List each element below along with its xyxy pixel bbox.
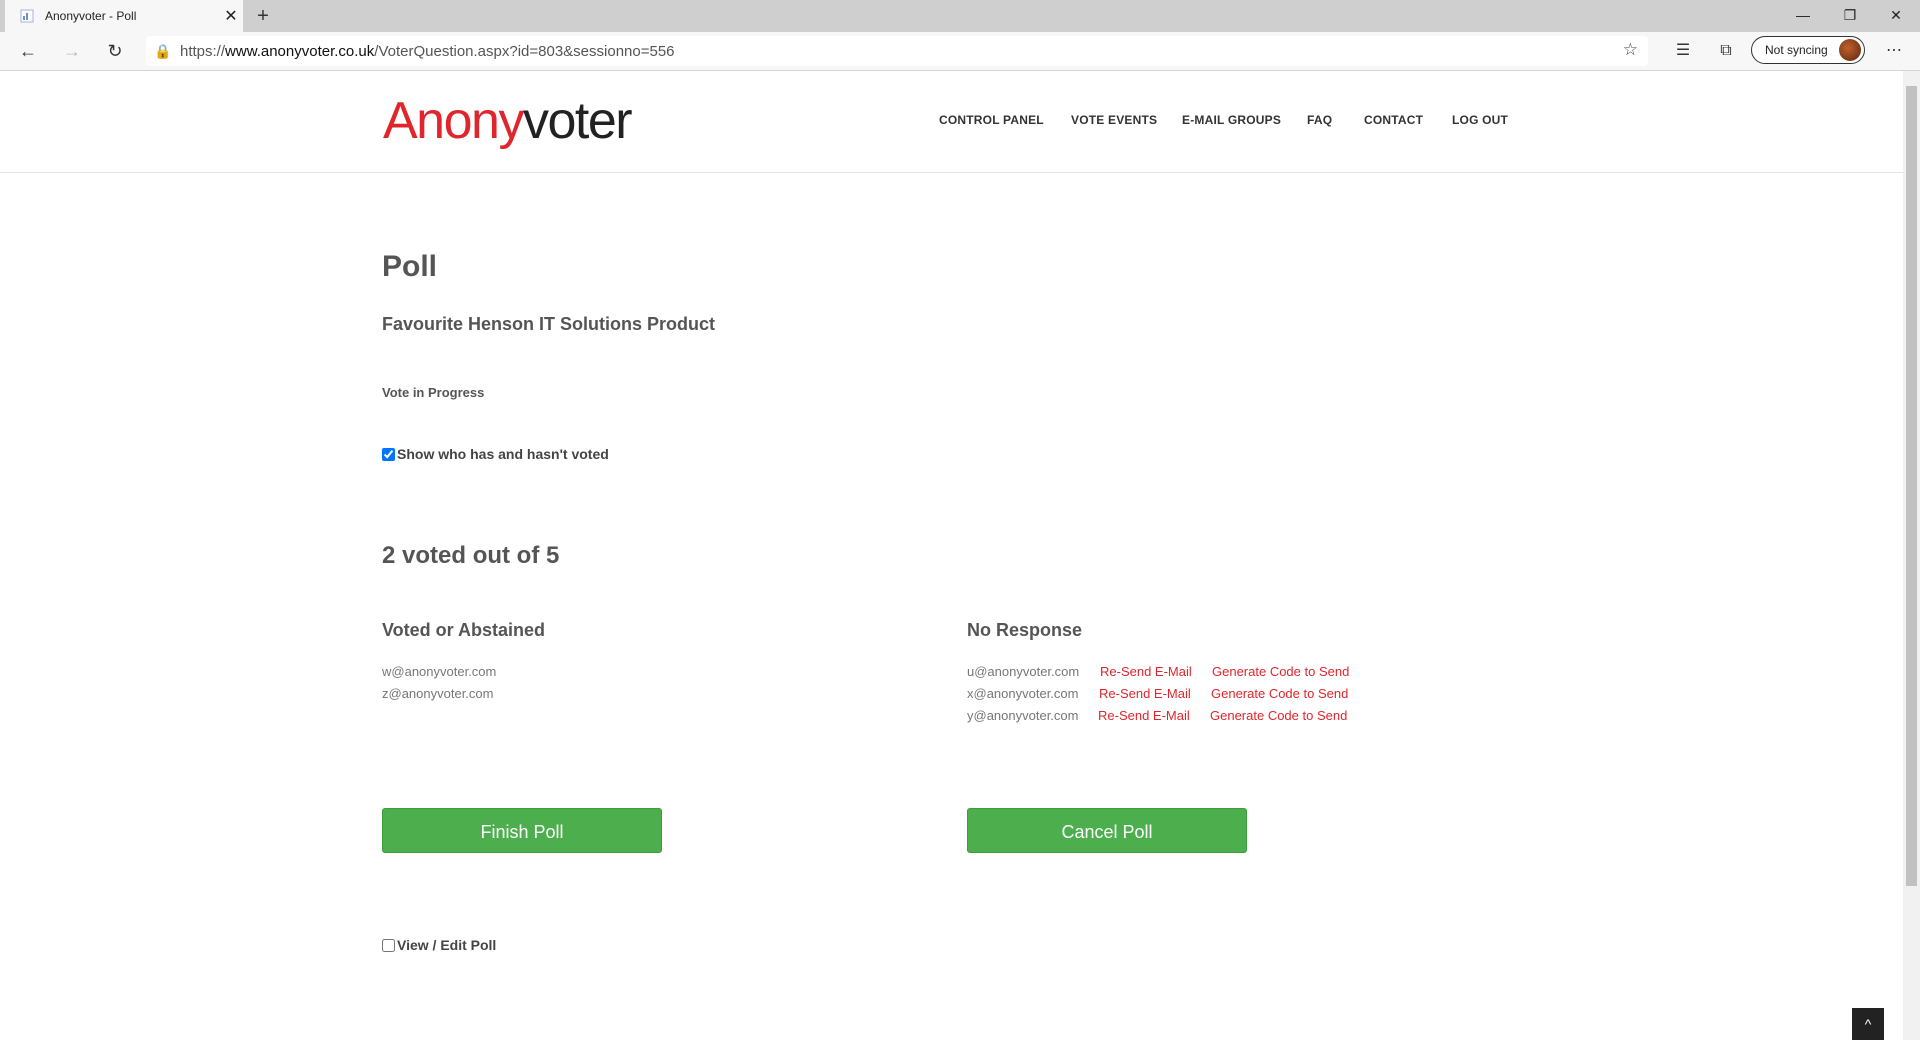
- url-text: https://www.anonyvoter.co.uk/VoterQuesti…: [180, 42, 675, 60]
- nav-log-out[interactable]: LOG OUT: [1452, 113, 1508, 127]
- site-logo[interactable]: Anonyvoter: [383, 91, 633, 151]
- forward-arrow-icon[interactable]: →: [58, 38, 86, 64]
- page-favicon-icon: [20, 9, 34, 23]
- profile-avatar: [1839, 39, 1861, 61]
- new-tab-button[interactable]: +: [252, 5, 274, 27]
- nav-email-groups[interactable]: E-MAIL GROUPS: [1182, 113, 1281, 127]
- show-voters-toggle[interactable]: Show who has and hasn't voted: [382, 446, 609, 462]
- generate-code-link[interactable]: Generate Code to Send: [1211, 686, 1348, 701]
- no-response-email: x@anonyvoter.com: [967, 686, 1079, 701]
- favorites-list-icon[interactable]: ☰: [1671, 40, 1695, 62]
- page-scrollbar[interactable]: [1903, 71, 1920, 1040]
- browser-tab-bar: Anonyvoter - Poll ✕ + — ❐ ✕: [0, 0, 1920, 32]
- poll-name: Favourite Henson IT Solutions Product: [382, 314, 716, 334]
- no-response-email: y@anonyvoter.com: [967, 708, 1079, 723]
- no-response-heading: No Response: [967, 620, 1083, 640]
- close-window-button[interactable]: ✕: [1873, 0, 1919, 32]
- lock-icon: 🔒: [154, 42, 172, 59]
- voted-heading: Voted or Abstained: [382, 620, 546, 640]
- show-voters-checkbox[interactable]: [382, 447, 395, 461]
- address-bar-row: ← → ↻ 🔒 https://www.anonyvoter.co.uk/Vot…: [0, 32, 1920, 71]
- resend-email-link[interactable]: Re-Send E-Mail: [1100, 664, 1192, 679]
- cancel-poll-button[interactable]: Cancel Poll: [967, 808, 1247, 853]
- resend-email-link[interactable]: Re-Send E-Mail: [1098, 708, 1190, 723]
- page-title: Poll: [382, 250, 438, 283]
- nav-vote-events[interactable]: VOTE EVENTS: [1071, 113, 1157, 127]
- edit-poll-checkbox[interactable]: [382, 938, 395, 952]
- profile-sync-button[interactable]: Not syncing: [1751, 36, 1865, 64]
- back-to-top-button[interactable]: ^: [1852, 1008, 1884, 1040]
- close-tab-icon[interactable]: ✕: [219, 6, 243, 26]
- generate-code-link[interactable]: Generate Code to Send: [1210, 708, 1347, 723]
- no-response-email: u@anonyvoter.com: [967, 664, 1080, 679]
- sync-status-label: Not syncing: [1765, 43, 1828, 57]
- minimize-window-button[interactable]: —: [1780, 0, 1826, 32]
- tab-title: Anonyvoter - Poll: [45, 9, 137, 23]
- back-arrow-icon[interactable]: ←: [14, 38, 42, 64]
- restore-window-button[interactable]: ❐: [1827, 0, 1873, 32]
- edit-poll-toggle[interactable]: View / Edit Poll: [382, 937, 496, 953]
- collections-icon[interactable]: ⧉: [1714, 40, 1738, 62]
- more-options-icon[interactable]: ⋯: [1882, 40, 1906, 62]
- generate-code-link[interactable]: Generate Code to Send: [1212, 664, 1349, 679]
- vote-count: 2 voted out of 5: [382, 542, 560, 569]
- resend-email-link[interactable]: Re-Send E-Mail: [1099, 686, 1191, 701]
- browser-tab[interactable]: Anonyvoter - Poll ✕: [5, 0, 243, 32]
- nav-contact[interactable]: CONTACT: [1364, 113, 1423, 127]
- show-voters-label: Show who has and hasn't voted: [397, 446, 609, 462]
- edit-poll-label: View / Edit Poll: [397, 937, 497, 953]
- nav-faq[interactable]: FAQ: [1307, 113, 1332, 127]
- scrollbar-thumb[interactable]: [1906, 86, 1917, 886]
- nav-control-panel[interactable]: CONTROL PANEL: [939, 113, 1044, 127]
- voted-email: w@anonyvoter.com: [382, 664, 497, 679]
- url-input[interactable]: 🔒 https://www.anonyvoter.co.uk/VoterQues…: [146, 36, 1648, 66]
- page-content: Anonyvoter CONTROL PANEL VOTE EVENTS E-M…: [0, 71, 1920, 1040]
- refresh-icon[interactable]: ↻: [101, 38, 129, 64]
- favorite-star-icon[interactable]: ☆: [1623, 40, 1638, 60]
- site-header: Anonyvoter CONTROL PANEL VOTE EVENTS E-M…: [0, 71, 1903, 173]
- voted-email: z@anonyvoter.com: [382, 686, 494, 701]
- finish-poll-button[interactable]: Finish Poll: [382, 808, 662, 853]
- poll-status: Vote in Progress: [382, 385, 485, 400]
